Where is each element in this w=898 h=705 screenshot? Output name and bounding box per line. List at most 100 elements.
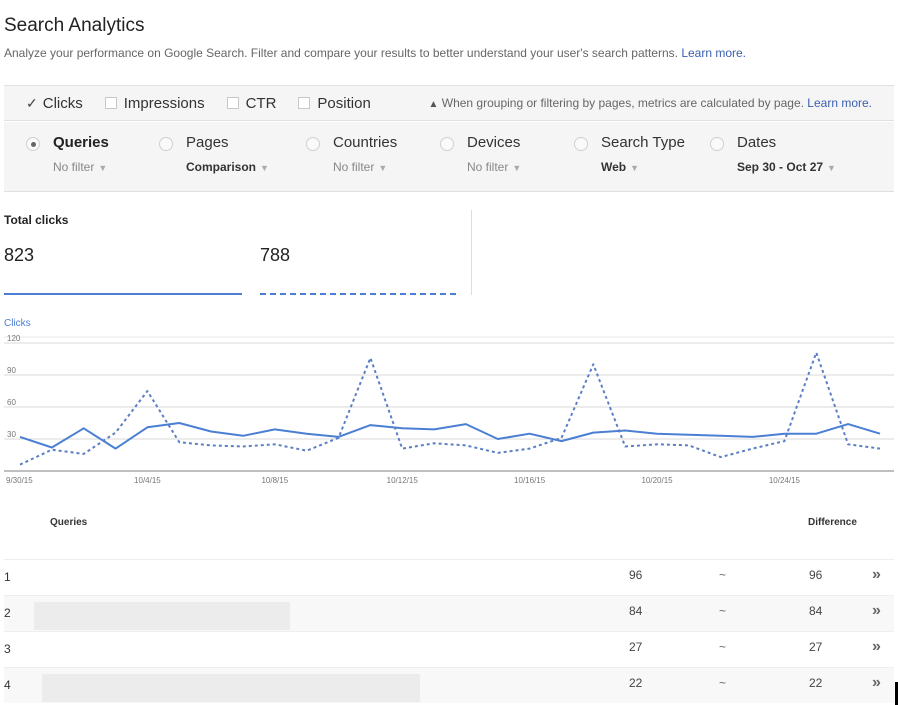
- filter-dropdown[interactable]: No filter ▼: [467, 160, 521, 174]
- total-clicks-summary[interactable]: Total clicks 823 788: [4, 210, 472, 295]
- legend-dashed-line: [260, 293, 456, 295]
- filter-value: Comparison: [186, 160, 257, 174]
- page-title: Search Analytics: [4, 15, 145, 36]
- filter-value: No filter: [467, 160, 509, 174]
- table-row[interactable]: 2 84 ~ 84 »: [4, 595, 894, 631]
- x-tick-label: 10/24/15: [769, 476, 801, 485]
- radio-button[interactable]: [159, 137, 173, 151]
- radio-button[interactable]: [26, 137, 40, 151]
- filter-dropdown[interactable]: No filter ▼: [333, 160, 387, 174]
- filter-label: Queries: [53, 134, 109, 151]
- metric-label: Clicks: [42, 94, 83, 112]
- row-value-b: ~: [719, 676, 727, 690]
- filter-label: Countries: [333, 134, 398, 151]
- checkbox[interactable]: [226, 97, 239, 109]
- caret-down-icon: ▼: [98, 163, 108, 173]
- y-tick-label: 60: [7, 398, 16, 407]
- filter-value: No filter: [333, 160, 375, 174]
- caret-down-icon: ▼: [512, 163, 522, 173]
- row-difference: 22: [809, 676, 823, 690]
- filter-label: Devices: [467, 134, 521, 151]
- metric-clicks[interactable]: ✓ Clicks: [26, 95, 83, 112]
- row-value-b: ~: [719, 640, 727, 654]
- filter-dropdown[interactable]: Web ▼: [601, 160, 639, 174]
- caret-down-icon: ▼: [827, 163, 836, 173]
- filter-value: Sep 30 - Oct 27: [737, 160, 824, 174]
- radio-button[interactable]: [306, 137, 320, 151]
- row-value-b: ~: [719, 568, 727, 582]
- legend-solid-line: [4, 293, 242, 295]
- column-header-difference[interactable]: Difference: [808, 517, 857, 528]
- chart-title: Clicks: [4, 318, 31, 329]
- filter-label: Dates: [737, 134, 777, 151]
- x-tick-label: 10/4/15: [134, 476, 161, 485]
- filter-label: Pages: [186, 134, 229, 151]
- caret-down-icon: ▼: [260, 163, 269, 173]
- metric-label: CTR: [245, 94, 277, 112]
- x-tick-label: 10/16/15: [514, 476, 546, 485]
- checkbox[interactable]: [104, 97, 117, 109]
- summary-value-a: 823: [4, 245, 35, 265]
- x-tick-label: 10/20/15: [641, 476, 673, 485]
- row-rank: 1: [4, 570, 11, 584]
- summary-value-b: 788: [260, 245, 291, 265]
- filter-dropdown[interactable]: Comparison ▼: [186, 160, 269, 174]
- summary-label: Total clicks: [4, 213, 69, 227]
- row-value-a: 96: [629, 568, 643, 582]
- table-row[interactable]: 4 22 ~ 22 »: [4, 667, 894, 703]
- radio-button[interactable]: [710, 137, 724, 151]
- table-row[interactable]: 1 96 ~ 96 »: [4, 559, 894, 595]
- pages-warning: ▲ When grouping or filtering by pages, m…: [429, 96, 873, 110]
- filters-bar: Queries No filter ▼ Pages Comparison ▼ Cou…: [4, 122, 894, 192]
- row-rank: 4: [4, 678, 11, 692]
- radio-button[interactable]: [440, 137, 454, 151]
- clicks-line-chart: 30 60 90 120 9/30/15 10/4/15 10/8/15 10/12/15 10…: [4, 335, 894, 485]
- filter-value: Web: [601, 160, 627, 174]
- warning-text: When grouping or filtering by pages, met…: [441, 96, 804, 110]
- row-value-a: 84: [629, 604, 643, 618]
- x-tick-label: 10/12/15: [387, 476, 419, 485]
- subtitle-text: Analyze your performance on Google Searc…: [4, 46, 678, 60]
- x-tick-label: 9/30/15: [6, 476, 33, 485]
- row-difference: 27: [809, 640, 823, 654]
- metric-position[interactable]: Position: [298, 94, 371, 112]
- learn-more-link[interactable]: Learn more.: [681, 46, 746, 60]
- row-value-a: 22: [629, 676, 643, 690]
- y-tick-label: 90: [7, 366, 16, 375]
- series-line-primary: [19, 422, 881, 450]
- metric-ctr[interactable]: CTR: [226, 94, 277, 112]
- metric-label: Position: [317, 94, 371, 112]
- double-chevron-right-icon[interactable]: »: [872, 566, 881, 584]
- row-value-a: 27: [629, 640, 643, 654]
- y-tick-label: 30: [7, 430, 16, 439]
- redacted-query: [34, 602, 290, 630]
- redacted-query: [42, 674, 420, 702]
- filter-dropdown[interactable]: Sep 30 - Oct 27 ▼: [737, 160, 836, 174]
- x-tick-label: 10/8/15: [261, 476, 288, 485]
- warning-learn-more-link[interactable]: Learn more.: [807, 96, 872, 110]
- double-chevron-right-icon[interactable]: »: [872, 674, 881, 692]
- table-row[interactable]: 3 27 ~ 27 »: [4, 631, 894, 667]
- warning-triangle-icon: ▲: [428, 99, 439, 110]
- row-difference: 84: [809, 604, 823, 618]
- row-difference: 96: [809, 568, 823, 582]
- metric-label: Impressions: [123, 94, 205, 112]
- caret-down-icon: ▼: [378, 163, 388, 173]
- metric-impressions[interactable]: Impressions: [104, 94, 205, 112]
- checkbox[interactable]: [298, 97, 311, 109]
- y-tick-label: 120: [7, 335, 21, 343]
- filter-value: No filter: [53, 160, 95, 174]
- filter-label: Search Type: [601, 134, 685, 151]
- double-chevron-right-icon[interactable]: »: [872, 638, 881, 656]
- row-rank: 2: [4, 606, 11, 620]
- series-line-comparison: [19, 351, 881, 466]
- double-chevron-right-icon[interactable]: »: [872, 602, 881, 620]
- row-value-b: ~: [719, 604, 727, 618]
- row-rank: 3: [4, 642, 11, 656]
- filter-dropdown[interactable]: No filter ▼: [53, 160, 107, 174]
- page-subtitle: Analyze your performance on Google Searc…: [4, 46, 746, 60]
- caret-down-icon: ▼: [630, 163, 640, 173]
- metrics-bar: ✓ Clicks Impressions CTR Position ▲ When…: [4, 85, 894, 121]
- radio-button[interactable]: [574, 137, 588, 151]
- column-header-queries[interactable]: Queries: [50, 517, 87, 528]
